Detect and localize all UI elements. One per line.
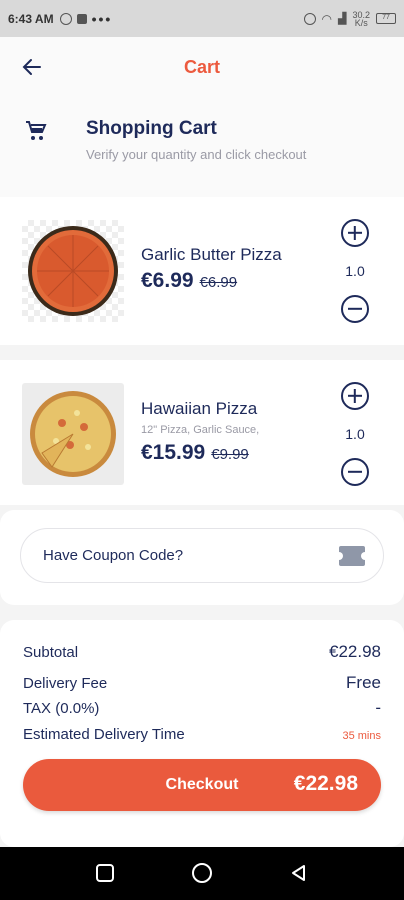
tax-row: TAX (0.0%) - — [23, 698, 381, 718]
pizza-image — [22, 383, 124, 485]
item-price: €15.99 €9.99 — [141, 441, 249, 465]
subtotal-row: Subtotal €22.98 — [23, 642, 381, 662]
ticket-icon — [335, 546, 369, 566]
subtotal-value: €22.98 — [329, 642, 381, 661]
item-name: Garlic Butter Pizza — [141, 245, 282, 264]
delivery-fee-row: Delivery Fee Free — [23, 673, 381, 693]
delivery-fee-value: Free — [346, 673, 381, 692]
old-price: €6.99 — [199, 274, 238, 291]
item-price: €6.99 €6.99 — [141, 269, 237, 293]
wifi-icon: ◠ — [321, 11, 332, 26]
item-name: Hawaiian Pizza — [141, 399, 258, 418]
delivery-time-row: Estimated Delivery Time 35 mins — [23, 726, 381, 743]
coupon-card: Have Coupon Code? — [0, 510, 404, 605]
cart-section-header: Shopping Cart Verify your quantity and c… — [0, 97, 404, 197]
pizza-image — [22, 220, 124, 322]
checkout-total: €22.98 — [293, 772, 358, 795]
nav-back-icon[interactable] — [290, 864, 308, 882]
alarm-icon — [303, 12, 316, 25]
delivery-fee-label: Delivery Fee — [23, 675, 108, 692]
recent-apps-icon[interactable] — [96, 864, 114, 882]
tax-value: - — [375, 698, 381, 717]
more-notifications-icon: ••• — [91, 10, 113, 27]
current-price: €15.99 — [141, 441, 206, 464]
system-nav-bar — [0, 847, 404, 900]
old-price: €9.99 — [211, 446, 249, 463]
cart-item: Hawaiian Pizza 12" Pizza, Garlic Sauce, … — [0, 360, 404, 505]
order-summary: Subtotal €22.98 Delivery Fee Free TAX (0… — [0, 620, 404, 847]
decrease-quantity-button[interactable] — [341, 295, 369, 323]
checkout-button[interactable]: Checkout €22.98 — [23, 759, 381, 811]
facebook-icon — [76, 13, 87, 24]
quantity-value: 1.0 — [345, 263, 365, 279]
item-description: 12" Pizza, Garlic Sauce, — [141, 424, 260, 436]
quantity-value: 1.0 — [345, 426, 365, 442]
current-price: €6.99 — [141, 269, 194, 292]
increase-quantity-button[interactable] — [341, 382, 369, 410]
section-title: Shopping Cart — [86, 118, 217, 139]
coupon-code-field[interactable]: Have Coupon Code? — [20, 528, 384, 583]
delivery-time-label: Estimated Delivery Time — [23, 726, 185, 743]
page-title: Cart — [183, 57, 220, 77]
app-header: Cart — [0, 37, 404, 97]
increase-quantity-button[interactable] — [341, 219, 369, 247]
home-icon[interactable] — [192, 863, 212, 883]
net-speed: 30.2 K/s — [352, 9, 370, 28]
signal-icon: ▟ — [338, 13, 347, 25]
status-time: 6:43 AM — [8, 11, 54, 26]
section-subtitle: Verify your quantity and click checkout — [86, 147, 307, 162]
whatsapp-icon — [59, 12, 72, 25]
status-bar: 6:43 AM ••• ◠ ▟ 30.2 K/s 77 — [0, 0, 404, 37]
cart-item: Garlic Butter Pizza €6.99 €6.99 1.0 — [0, 197, 404, 345]
decrease-quantity-button[interactable] — [341, 458, 369, 486]
coupon-label: Have Coupon Code? — [43, 547, 184, 564]
delivery-time-value: 35 mins — [342, 730, 381, 742]
subtotal-label: Subtotal — [23, 644, 79, 661]
shopping-cart-icon — [26, 121, 47, 140]
tax-label: TAX (0.0%) — [23, 700, 100, 717]
battery-icon: 77 — [376, 13, 396, 24]
